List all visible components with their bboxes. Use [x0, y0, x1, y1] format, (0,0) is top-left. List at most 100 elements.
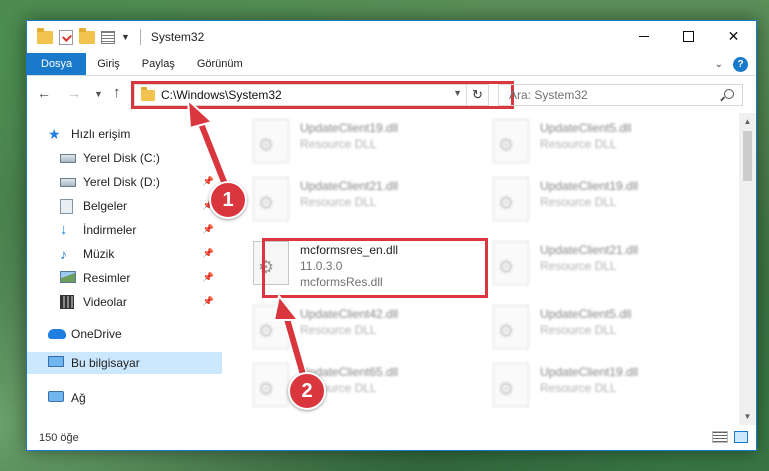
- file-name: UpdateClient5.dll: [540, 307, 632, 321]
- downloads-icon: ↓: [60, 221, 68, 238]
- drive-icon: [60, 151, 76, 165]
- sidebar-item-label: Videolar: [83, 295, 127, 309]
- list-item[interactable]: UpdateClient19.dll Resource DLL: [245, 115, 475, 169]
- ribbon-tabs: Dosya Giriş Paylaş Görünüm ⌄ ?: [27, 53, 756, 76]
- sidebar-item-this-pc[interactable]: Bu bilgisayar: [27, 352, 222, 374]
- list-item[interactable]: UpdateClient5.dll Resource DLL: [485, 301, 715, 355]
- divider: [139, 29, 141, 45]
- sidebar-item-music[interactable]: ♪ Müzik 📌: [27, 243, 222, 265]
- help-icon[interactable]: ?: [733, 56, 748, 72]
- file-description: Resource DLL: [300, 381, 377, 395]
- file-description: Resource DLL: [540, 137, 617, 151]
- sidebar-item-label: Bu bilgisayar: [71, 356, 140, 370]
- sidebar-item-local-disk-c[interactable]: Yerel Disk (C:): [27, 147, 222, 169]
- new-folder-icon[interactable]: [79, 27, 95, 44]
- sidebar-item-documents[interactable]: Belgeler 📌: [27, 195, 222, 217]
- navigation-pane: ★ Hızlı erişim Yerel Disk (C:) Yerel Dis…: [27, 113, 222, 425]
- folder-icon: [37, 27, 53, 44]
- search-icon[interactable]: [724, 89, 734, 99]
- address-dropdown-icon[interactable]: ▼: [453, 88, 462, 98]
- expand-ribbon-icon[interactable]: ⌄: [715, 59, 723, 70]
- scrollbar-thumb[interactable]: [743, 131, 752, 181]
- sidebar-item-downloads[interactable]: ↓ İndirmeler 📌: [27, 219, 222, 241]
- view-buttons: [712, 431, 748, 443]
- list-item[interactable]: UpdateClient21.dll Resource DLL: [245, 173, 475, 227]
- drive-icon: [60, 175, 76, 189]
- address-bar[interactable]: C:\Windows\System32 ▼ ↻: [134, 84, 489, 106]
- back-arrow-icon[interactable]: ←: [37, 85, 51, 101]
- window-controls: ✕: [621, 21, 756, 51]
- list-item[interactable]: UpdateClient5.dll Resource DLL: [485, 115, 715, 169]
- onedrive-icon: [48, 327, 66, 341]
- file-name: UpdateClient21.dll: [540, 243, 639, 257]
- videos-icon: [60, 295, 76, 309]
- file-description: Resource DLL: [300, 323, 377, 337]
- sidebar-item-videos[interactable]: Videolar 📌: [27, 291, 222, 313]
- dll-file-icon: [493, 241, 529, 285]
- scroll-up-icon[interactable]: ▲: [739, 113, 756, 130]
- address-path[interactable]: C:\Windows\System32: [161, 88, 282, 102]
- dll-file-icon: [493, 305, 529, 349]
- chevron-down-icon[interactable]: ▼: [121, 32, 130, 42]
- title-bar: ▼ System32 ✕: [27, 21, 756, 53]
- sidebar-item-label: Ağ: [71, 391, 86, 405]
- vertical-scrollbar[interactable]: ▲ ▼: [739, 113, 756, 425]
- minimize-button[interactable]: [621, 21, 666, 51]
- dll-file-icon: [253, 363, 289, 407]
- list-item[interactable]: UpdateClient21.dll Resource DLL: [485, 237, 715, 291]
- file-description: Resource DLL: [300, 137, 377, 151]
- scroll-down-icon[interactable]: ▼: [739, 408, 756, 425]
- file-name: UpdateClient19.dll: [300, 121, 399, 135]
- properties-icon[interactable]: [59, 29, 73, 45]
- folder-icon: [141, 86, 155, 101]
- sidebar-item-label: OneDrive: [71, 327, 122, 341]
- file-description: mcformsRes.dll: [300, 275, 383, 289]
- pin-icon[interactable]: 📌: [203, 272, 214, 283]
- pin-icon[interactable]: 📌: [203, 200, 214, 211]
- list-item[interactable]: UpdateClient19.dll Resource DLL: [485, 359, 715, 413]
- pin-icon[interactable]: 📌: [203, 248, 214, 259]
- tab-file[interactable]: Dosya: [27, 53, 87, 75]
- pin-icon[interactable]: 📌: [203, 296, 214, 307]
- refresh-icon[interactable]: ↻: [466, 85, 488, 105]
- dll-file-icon: [493, 177, 529, 221]
- tiles-view-icon[interactable]: [734, 431, 748, 443]
- sidebar-item-label: İndirmeler: [83, 223, 137, 237]
- file-version: 11.0.3.0: [300, 259, 343, 273]
- tab-share[interactable]: Paylaş: [131, 53, 186, 75]
- file-list: UpdateClient19.dll Resource DLL UpdateCl…: [235, 113, 735, 425]
- tab-view[interactable]: Görünüm: [186, 53, 254, 75]
- list-item[interactable]: UpdateClient65.dll Resource DLL: [245, 359, 475, 413]
- sidebar-item-local-disk-d[interactable]: Yerel Disk (D:) 📌: [27, 171, 222, 193]
- sidebar-item-onedrive[interactable]: OneDrive: [27, 323, 222, 345]
- music-icon: ♪: [60, 246, 67, 262]
- this-pc-icon: [48, 356, 64, 370]
- details-view-icon[interactable]: [712, 431, 728, 443]
- file-explorer-window: ▼ System32 ✕ Dosya Giriş Paylaş Görünüm …: [26, 20, 757, 451]
- tab-home[interactable]: Giriş: [86, 53, 131, 75]
- list-item[interactable]: UpdateClient19.dll Resource DLL: [485, 173, 715, 227]
- list-item-mcformsres-en[interactable]: mcformsres_en.dll 11.0.3.0 mcformsRes.dl…: [245, 237, 475, 291]
- close-button[interactable]: ✕: [711, 21, 756, 51]
- sidebar-item-quick-access[interactable]: ★ Hızlı erişim: [27, 123, 222, 145]
- pin-icon[interactable]: 📌: [203, 224, 214, 235]
- up-arrow-icon[interactable]: ↑: [113, 84, 121, 101]
- maximize-button[interactable]: [666, 21, 711, 51]
- file-name: mcformsres_en.dll: [300, 243, 399, 257]
- list-item[interactable]: UpdateClient42.dll Resource DLL: [245, 301, 475, 355]
- sidebar-item-network[interactable]: Ağ: [27, 387, 222, 409]
- file-name: UpdateClient42.dll: [300, 307, 399, 321]
- documents-icon: [60, 199, 76, 214]
- file-name: UpdateClient19.dll: [540, 365, 639, 379]
- search-input[interactable]: Ara: System32: [498, 84, 743, 106]
- view-icon[interactable]: [101, 30, 115, 44]
- file-description: Resource DLL: [300, 195, 377, 209]
- pin-icon[interactable]: 📌: [203, 176, 214, 187]
- file-description: Resource DLL: [540, 195, 617, 209]
- recent-locations-chevron-icon[interactable]: ▼: [94, 89, 103, 99]
- forward-arrow-icon[interactable]: →: [67, 85, 81, 101]
- sidebar-item-pictures[interactable]: Resimler 📌: [27, 267, 222, 289]
- item-count: 150 öğe: [39, 432, 79, 444]
- dll-file-icon: [253, 177, 289, 221]
- sidebar-item-label: Yerel Disk (C:): [83, 151, 160, 165]
